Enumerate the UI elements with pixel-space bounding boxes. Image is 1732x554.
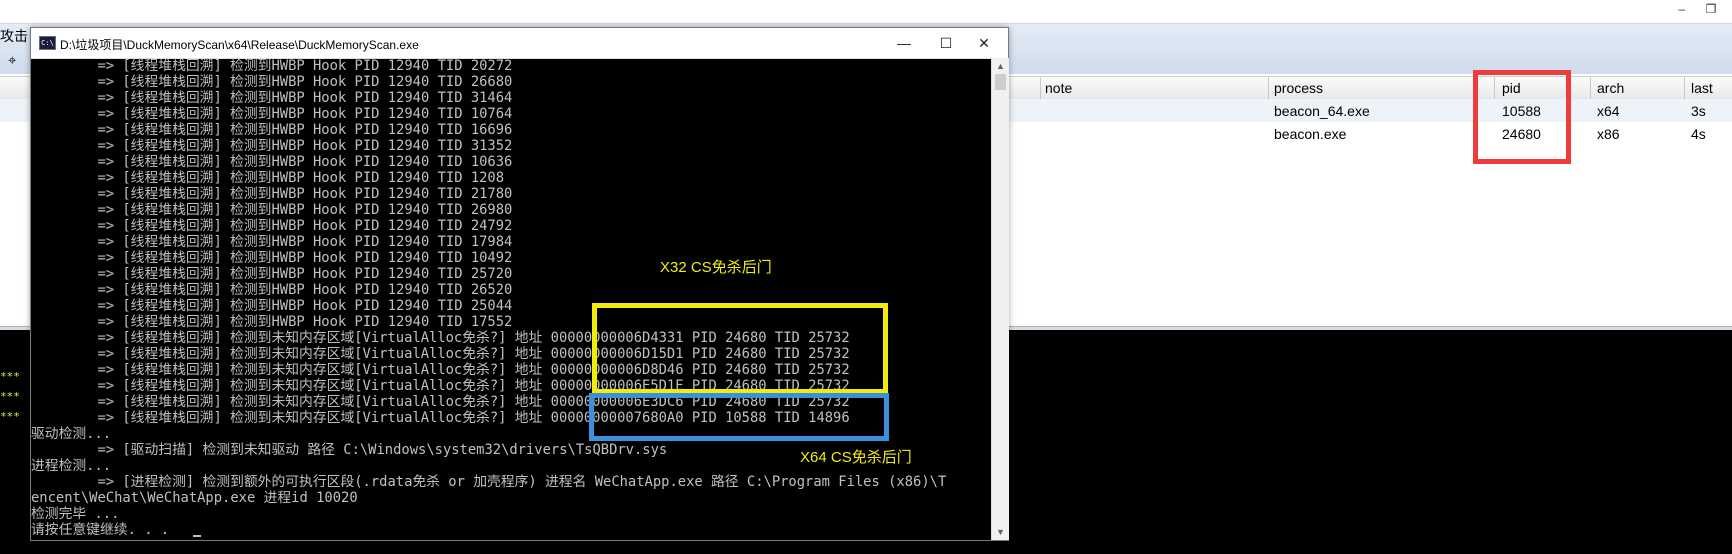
column-header-process[interactable]: process [1274,80,1323,96]
scroll-down-icon[interactable]: ▼ [992,524,1009,540]
console-line: => [线程堆栈回溯] 检测到HWBP Hook PID 12940 TID 1… [31,154,513,170]
console-line: => [线程堆栈回溯] 检测到HWBP Hook PID 12940 TID 3… [31,90,513,106]
console-line: => [线程堆栈回溯] 检测到HWBP Hook PID 12940 TID 2… [31,202,513,218]
console-line: => [线程堆栈回溯] 检测到HWBP Hook PID 12940 TID 1… [31,234,513,250]
attack-menu[interactable]: 攻击 [0,26,28,46]
background-window-controls: ‒ ❐ [1669,2,1724,16]
console-app-icon: C:\ [39,36,56,50]
arch-cell: x64 [1597,103,1620,119]
crosshair-icon[interactable]: ⌖ [8,52,16,69]
console-line: => [线程堆栈回溯] 检测到HWBP Hook PID 12940 TID 1… [31,250,513,266]
x32-annotation-label: X32 CS免杀后门 [660,259,772,276]
column-separator [1040,77,1041,99]
window-title: D:\垃圾项目\DuckMemoryScan\x64\Release\DuckM… [60,38,419,52]
console-line: => [线程堆栈回溯] 检测到HWBP Hook PID 12940 TID 1… [31,122,513,138]
text-cursor [193,535,201,537]
console-line: => [线程堆栈回溯] 检测到HWBP Hook PID 12940 TID 2… [31,282,513,298]
pid-highlight-box [1473,70,1571,164]
console-line: => [线程堆栈回溯] 检测到HWBP Hook PID 12940 TID 2… [31,298,513,314]
console-line: => [线程堆栈回溯] 检测到HWBP Hook PID 12940 TID 2… [31,74,513,90]
console-line: 检测完毕 ... [31,506,120,522]
x32-highlight-box [592,303,888,394]
column-header-arch[interactable]: arch [1597,80,1624,96]
console-line: => [线程堆栈回溯] 检测到HWBP Hook PID 12940 TID 3… [31,138,513,154]
console-marker: *** [0,390,20,403]
vertical-scrollbar[interactable]: ▲ ▼ [991,58,1009,540]
console-output[interactable]: => [线程堆栈回溯] 检测到HWBP Hook PID 12940 TID 2… [31,58,991,540]
console-line: => [线程堆栈回溯] 检测到HWBP Hook PID 12940 TID 1… [31,314,513,330]
close-button[interactable]: ✕ [961,30,1007,56]
cmd-titlebar[interactable]: C:\ D:\垃圾项目\DuckMemoryScan\x64\Release\D… [31,28,1008,59]
console-line: => [线程堆栈回溯] 检测到HWBP Hook PID 12940 TID 2… [31,266,513,282]
last-cell: 3s [1691,103,1706,119]
scroll-thumb[interactable] [995,74,1006,90]
restore-icon[interactable]: ❐ [1698,2,1724,16]
minimize-button[interactable]: — [881,30,927,56]
column-header-last[interactable]: last [1691,80,1713,96]
process-cell: beacon.exe [1274,126,1347,142]
background-window-titlebar: ‒ ❐ [0,0,1732,24]
console-line: encent\WeChat\WeChatApp.exe 进程id 10020 [31,490,358,506]
console-line: => [线程堆栈回溯] 检测到HWBP Hook PID 12940 TID 2… [31,186,513,202]
console-line: => [线程堆栈回溯] 检测到HWBP Hook PID 12940 TID 2… [31,218,513,234]
x64-annotation-label: X64 CS免杀后门 [800,449,912,466]
process-cell: beacon_64.exe [1274,103,1370,119]
console-marker: *** [0,410,20,423]
x64-highlight-box [589,393,889,441]
console-line: => [进程检测] 检测到额外的可执行区段(.rdata免杀 or 加壳程序) … [31,474,947,490]
console-line: => [驱动扫描] 检测到未知驱动 路径 C:\Windows\system32… [31,442,668,458]
console-line: 请按任意键继续. . . [31,522,170,538]
console-line: => [线程堆栈回溯] 检测到HWBP Hook PID 12940 TID 1… [31,106,513,122]
console-line: 进程检测... [31,458,112,474]
console-marker: *** [0,370,20,383]
arch-cell: x86 [1597,126,1620,142]
column-separator [1684,77,1685,99]
console-line: 驱动检测... [31,426,112,442]
console-line: => [线程堆栈回溯] 检测到HWBP Hook PID 12940 TID 1… [31,170,505,186]
column-header-note[interactable]: note [1045,80,1072,96]
console-line: => [线程堆栈回溯] 检测到HWBP Hook PID 12940 TID 2… [31,58,513,74]
scroll-up-icon[interactable]: ▲ [992,58,1009,74]
column-separator [1268,77,1269,99]
minimize-icon[interactable]: ‒ [1669,2,1695,16]
column-separator [1590,77,1591,99]
last-cell: 4s [1691,126,1706,142]
